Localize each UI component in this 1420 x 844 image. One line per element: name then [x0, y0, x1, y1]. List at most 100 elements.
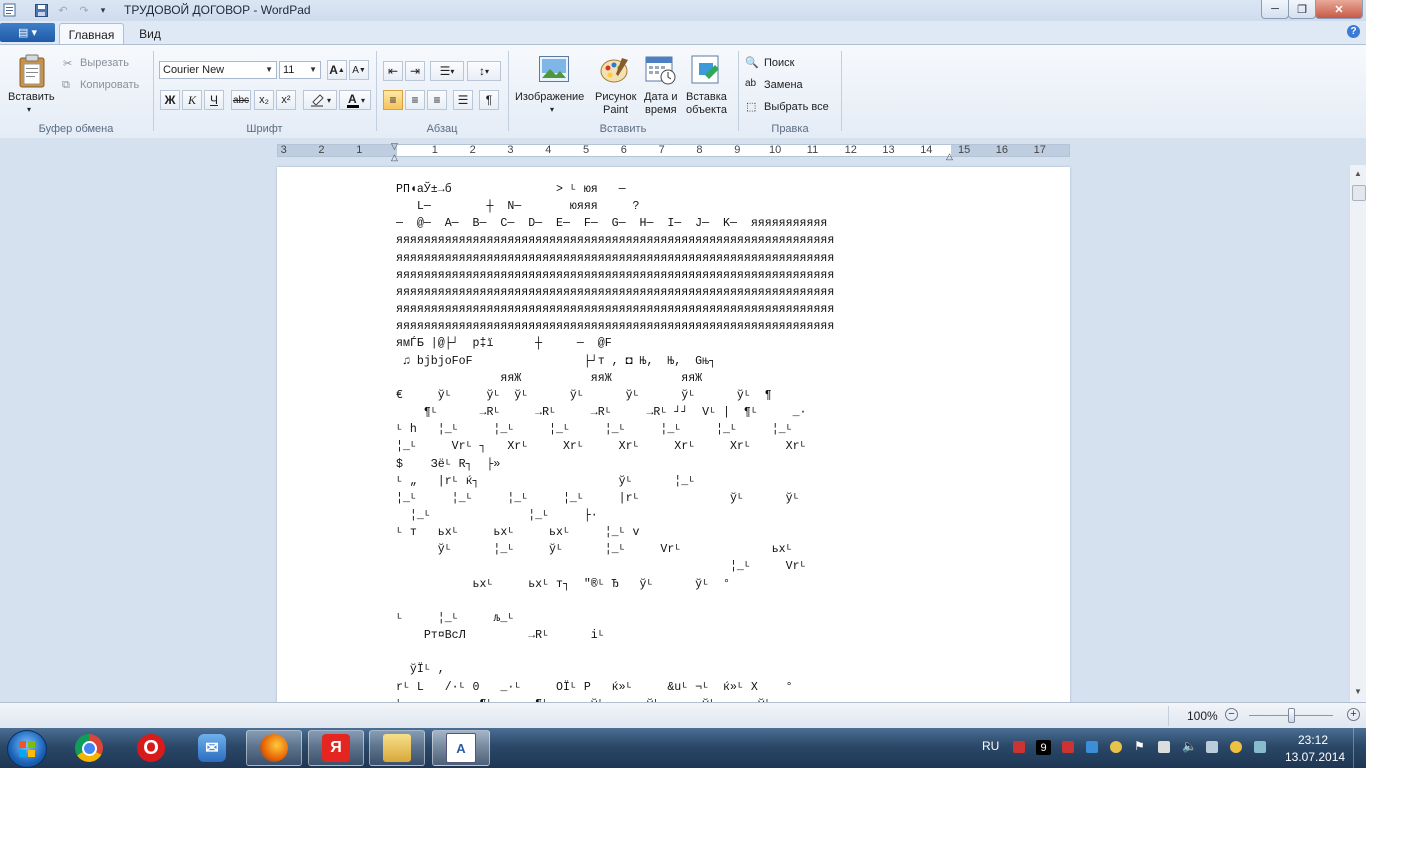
- document-line[interactable]: яяяяяяяяяяяяяяяяяяяяяяяяяяяяяяяяяяяяяяяя…: [396, 286, 834, 299]
- object-label-line1[interactable]: Вставка: [686, 91, 727, 103]
- zoom-in-button[interactable]: +: [1347, 708, 1360, 721]
- undo-icon[interactable]: ↶: [55, 2, 71, 18]
- zoom-out-button[interactable]: −: [1225, 708, 1238, 721]
- wordpad-app-icon[interactable]: [2, 2, 16, 18]
- object-label-line2[interactable]: объекта: [686, 104, 727, 116]
- tray-sync-icon[interactable]: [1110, 741, 1122, 753]
- datetime-label-line2[interactable]: время: [645, 104, 677, 116]
- align-left-button[interactable]: ≡: [383, 90, 403, 110]
- insert-object-icon[interactable]: [690, 55, 722, 85]
- tab-view[interactable]: Вид: [130, 23, 170, 44]
- taskbar-yandex[interactable]: Я: [308, 730, 364, 766]
- document-text[interactable]: РП◖аЎ±→б > ᴸ юя ─ L─ ┼ N─ юяяя ? ─ @─ A─…: [396, 181, 834, 702]
- superscript-button[interactable]: x²: [276, 90, 296, 110]
- find-button[interactable]: Поиск: [764, 57, 794, 69]
- document-line[interactable]: ўᴸ ¦_ᴸ ўᴸ ¦_ᴸ Vrᴸ ьxᴸ: [396, 543, 793, 556]
- paint-palette-icon[interactable]: [599, 55, 631, 85]
- redo-icon[interactable]: ↷: [76, 2, 92, 18]
- document-page[interactable]: РП◖аЎ±→б > ᴸ юя ─ L─ ┼ N─ юяяя ? ─ @─ A─…: [277, 167, 1070, 702]
- document-line[interactable]: ᴸ „ |rᴸ ќ┐ ўᴸ ¦_ᴸ: [396, 475, 695, 488]
- document-line[interactable]: РП◖аЎ±→б > ᴸ юя ─: [396, 183, 626, 196]
- taskbar-firefox[interactable]: [246, 730, 302, 766]
- taskbar-wordpad[interactable]: A: [432, 730, 490, 766]
- document-line[interactable]: яяяяяяяяяяяяяяяяяяяяяяяяяяяяяяяяяяяяяяяя…: [396, 269, 834, 282]
- decrease-indent-button[interactable]: ⇤: [383, 61, 403, 81]
- document-line[interactable]: Рт¤ВсЛ →Rᴸ iᴸ: [396, 629, 605, 642]
- document-line[interactable]: ¦_ᴸ ¦_ᴸ ¦_ᴸ ¦_ᴸ |rᴸ ўᴸ ўᴸ: [396, 492, 800, 505]
- text-color-button[interactable]: A ▾: [339, 90, 371, 110]
- underline-button[interactable]: Ч: [204, 90, 224, 110]
- taskbar-mail[interactable]: ✉: [184, 730, 240, 766]
- minimize-button[interactable]: ─: [1261, 0, 1289, 19]
- document-line[interactable]: $ Зёᴸ R┐ ├»: [396, 458, 500, 471]
- show-desktop-button[interactable]: [1353, 728, 1366, 768]
- close-button[interactable]: ✕: [1315, 0, 1363, 19]
- document-line[interactable]: яяяяяяяяяяяяяяяяяяяяяяяяяяяяяяяяяяяяяяяя…: [396, 303, 834, 316]
- replace-button[interactable]: Замена: [764, 79, 803, 91]
- bold-button[interactable]: Ж: [160, 90, 180, 110]
- document-line[interactable]: ─ @─ A─ B─ C─ D─ E─ F─ G─ H─ I─ J─ K─ яя…: [396, 217, 827, 230]
- taskbar-opera[interactable]: O: [123, 730, 179, 766]
- indent-marker-icon[interactable]: ▽: [391, 141, 398, 152]
- document-line[interactable]: L─ ┼ N─ юяяя ?: [396, 200, 640, 213]
- clock-date[interactable]: 13.07.2014: [1285, 750, 1345, 764]
- taskbar-chrome[interactable]: [61, 730, 117, 766]
- hanging-indent-marker-icon[interactable]: △: [391, 152, 398, 163]
- paint-label-line1[interactable]: Рисунок: [595, 91, 637, 103]
- calendar-clock-icon[interactable]: [645, 55, 677, 85]
- document-line[interactable]: яяяяяяяяяяяяяяяяяяяяяяяяяяяяяяяяяяяяяяяя…: [396, 320, 834, 333]
- tray-counter-badge[interactable]: 9: [1036, 740, 1051, 755]
- scroll-down-icon[interactable]: ▼: [1354, 687, 1362, 696]
- italic-button[interactable]: К: [182, 90, 202, 110]
- vertical-scrollbar[interactable]: ▲ ▼: [1349, 165, 1366, 702]
- select-all-button[interactable]: Выбрать все: [764, 101, 829, 113]
- document-line[interactable]: € ўᴸ ўᴸ ўᴸ ўᴸ ўᴸ ўᴸ ўᴸ ¶: [396, 389, 772, 402]
- justify-button[interactable]: ☰: [453, 90, 473, 110]
- datetime-label-line1[interactable]: Дата и: [644, 91, 678, 103]
- start-button[interactable]: [7, 730, 47, 768]
- document-line[interactable]: ᴸ h ¦_ᴸ ¦_ᴸ ¦_ᴸ ¦_ᴸ ¦_ᴸ ¦_ᴸ ¦_ᴸ: [396, 423, 793, 436]
- line-spacing-button[interactable]: ↕ ▾: [467, 61, 501, 81]
- paint-label-line2[interactable]: Paint: [603, 104, 628, 116]
- document-line[interactable]: яяяяяяяяяяяяяяяяяяяяяяяяяяяяяяяяяяяяяяяя…: [396, 234, 834, 247]
- document-line[interactable]: rᴸ L /·ᴸ 0 _·ᴸ OЇᴸ P ќ»ᴸ &uᴸ ¬ᴸ ќ»ᴸ X °: [396, 681, 793, 694]
- tray-network-app-icon[interactable]: [1086, 741, 1098, 753]
- font-family-select[interactable]: Courier New ▼: [159, 61, 277, 79]
- picture-dropdown-icon[interactable]: ▾: [550, 105, 554, 114]
- document-line[interactable]: ¶ᴸ →Rᴸ →Rᴸ →Rᴸ →Rᴸ ┘┘ Vᴸ | ¶ᴸ _·: [396, 406, 807, 419]
- right-indent-marker-icon[interactable]: △: [946, 151, 953, 162]
- document-line[interactable]: ♫ bjbjoFoF ├┘т , ◘ Њ, Њ, Gњ┐: [396, 355, 716, 368]
- document-line[interactable]: ьxᴸ ьxᴸ т┐ "®ᴸ Ђ ўᴸ ўᴸ °: [396, 578, 730, 591]
- zoom-slider-thumb[interactable]: [1288, 708, 1295, 723]
- shrink-font-button[interactable]: A ▼: [349, 60, 369, 80]
- tray-display-icon[interactable]: [1254, 741, 1266, 753]
- subscript-button[interactable]: x₂: [254, 90, 274, 110]
- paste-button[interactable]: Вставить: [8, 91, 55, 103]
- network-icon[interactable]: [1206, 741, 1218, 753]
- cut-button[interactable]: Вырезать: [80, 57, 129, 69]
- tray-power-icon[interactable]: [1230, 741, 1242, 753]
- document-line[interactable]: ¦_ᴸ ¦_ᴸ ├·: [396, 509, 598, 522]
- copy-button[interactable]: Копировать: [80, 79, 139, 91]
- tray-app-icon[interactable]: [1013, 741, 1025, 753]
- document-line[interactable]: ¦_ᴸ Vrᴸ: [396, 560, 807, 573]
- maximize-button[interactable]: ❐: [1288, 0, 1316, 19]
- picture-icon[interactable]: [538, 55, 570, 83]
- paste-icon[interactable]: [14, 53, 50, 89]
- document-line[interactable]: ўЇᴸ ,: [396, 663, 445, 676]
- app-menu-button[interactable]: ▤ ▾: [0, 23, 55, 42]
- qat-customize-icon[interactable]: ▾: [97, 2, 109, 18]
- bullets-button[interactable]: ☰ ▾: [430, 61, 464, 81]
- scroll-thumb[interactable]: [1352, 185, 1366, 201]
- highlight-color-button[interactable]: ▾: [303, 90, 337, 110]
- font-size-select[interactable]: 11 ▼: [279, 61, 321, 79]
- grow-font-button[interactable]: A ▲: [327, 60, 347, 80]
- tab-home[interactable]: Главная: [59, 23, 124, 45]
- increase-indent-button[interactable]: ⇥: [405, 61, 425, 81]
- tray-app-icon[interactable]: [1062, 741, 1074, 753]
- document-line[interactable]: ¦_ᴸ Vrᴸ ┐ Xrᴸ Xrᴸ Xrᴸ Xrᴸ Xrᴸ Xrᴸ: [396, 440, 807, 453]
- scroll-up-icon[interactable]: ▲: [1354, 169, 1362, 178]
- document-line[interactable]: яяЖ яяЖ яяЖ: [396, 372, 702, 385]
- tray-device-icon[interactable]: [1158, 741, 1170, 753]
- paste-dropdown-icon[interactable]: ▾: [27, 105, 31, 114]
